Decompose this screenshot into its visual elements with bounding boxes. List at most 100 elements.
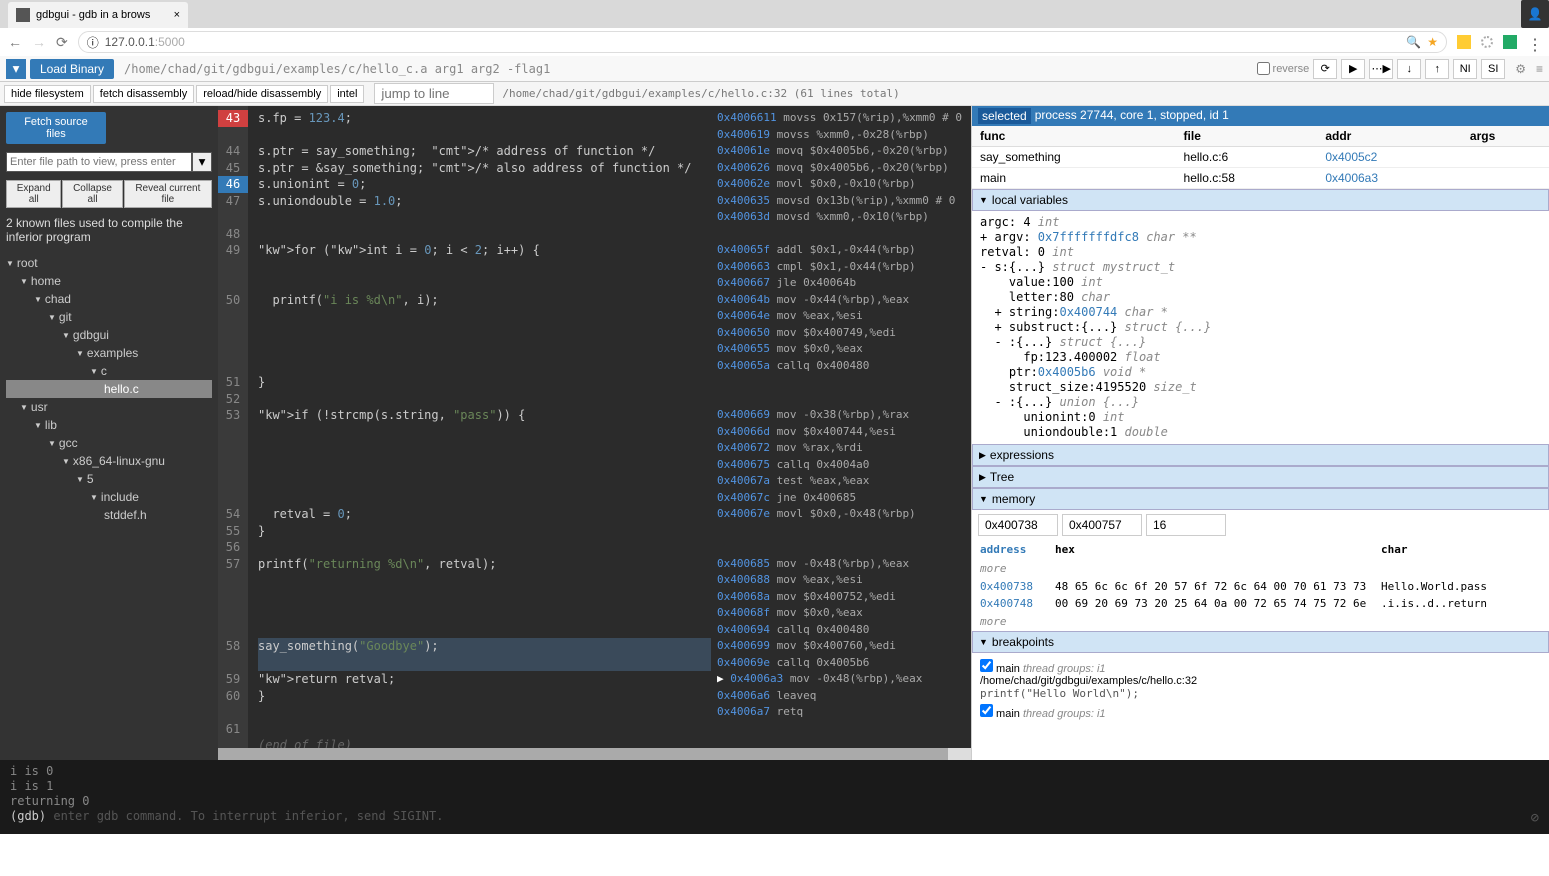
- reload-disassembly-button[interactable]: reload/hide disassembly: [196, 85, 328, 103]
- forward-button[interactable]: →: [32, 34, 46, 50]
- memory-input-2[interactable]: [1146, 514, 1226, 536]
- user-avatar-icon[interactable]: 👤: [1521, 0, 1549, 28]
- binary-dropdown[interactable]: ▾: [6, 59, 26, 79]
- console-line: i is 1: [10, 779, 1539, 794]
- jump-to-line-input[interactable]: [374, 83, 494, 104]
- step-into-button[interactable]: ↓: [1397, 59, 1421, 79]
- tree-folder[interactable]: ▼ root: [6, 254, 212, 272]
- ban-icon[interactable]: ⊘: [1531, 810, 1539, 826]
- local-var[interactable]: - s:{...} struct mystruct_t: [980, 260, 1541, 275]
- local-var[interactable]: retval: 0 int: [980, 245, 1541, 260]
- local-var[interactable]: struct_size:4195520 size_t: [980, 380, 1541, 395]
- stack-row[interactable]: say_somethinghello.c:60x4005c2: [972, 147, 1549, 168]
- tree-folder[interactable]: ▼ gdbgui: [6, 326, 212, 344]
- source-pane: s.fp = 123.4;s.ptr = say_something; "cmt…: [248, 106, 711, 748]
- reverse-checkbox[interactable]: reverse: [1257, 62, 1310, 75]
- tree-folder[interactable]: ▼ home: [6, 272, 212, 290]
- settings-gear-icon[interactable]: ⚙: [1515, 62, 1526, 76]
- local-var[interactable]: uniondouble:1 double: [980, 425, 1541, 440]
- expressions-header[interactable]: ▶expressions: [972, 444, 1549, 466]
- expand-all-button[interactable]: Expand all: [6, 180, 61, 208]
- tree-folder[interactable]: ▼ git: [6, 308, 212, 326]
- stack-col-file: file: [1176, 126, 1318, 147]
- ni-button[interactable]: NI: [1453, 59, 1477, 79]
- main-content: Fetch source files ▾ Expand all Collapse…: [0, 106, 1549, 760]
- local-var[interactable]: - :{...} union {...}: [980, 395, 1541, 410]
- ext-icon-2[interactable]: [1481, 36, 1493, 48]
- local-var[interactable]: + argv: 0x7fffffffdfc8 char **: [980, 230, 1541, 245]
- local-var[interactable]: + substruct:{...} struct {...}: [980, 320, 1541, 335]
- tree-folder[interactable]: ▼ c: [6, 362, 212, 380]
- bookmark-star-icon[interactable]: ★: [1427, 35, 1438, 49]
- step-out-button[interactable]: ↑: [1425, 59, 1449, 79]
- memory-input-0[interactable]: [978, 514, 1058, 536]
- memory-header[interactable]: ▼memory: [972, 488, 1549, 510]
- url-bar[interactable]: ⓘ 127.0.0.1:5000 🔍 ★: [78, 31, 1447, 53]
- local-var[interactable]: + string:0x400744 char *: [980, 305, 1541, 320]
- restart-button[interactable]: ⟳: [1313, 59, 1337, 79]
- file-path-input[interactable]: [6, 152, 192, 172]
- hide-filesystem-button[interactable]: hide filesystem: [4, 85, 91, 103]
- chevron-down-icon: ▼: [979, 637, 988, 647]
- local-var[interactable]: letter:80 char: [980, 290, 1541, 305]
- reveal-file-button[interactable]: Reveal current file: [124, 180, 212, 208]
- back-button[interactable]: ←: [8, 34, 22, 50]
- stack-row[interactable]: mainhello.c:580x4006a3: [972, 168, 1549, 189]
- step-over-button[interactable]: ⋯▶: [1369, 59, 1393, 79]
- local-var[interactable]: value:100 int: [980, 275, 1541, 290]
- code-editor[interactable]: 43444546474849505152535455565758596061 s…: [218, 106, 971, 748]
- fetch-disassembly-button[interactable]: fetch disassembly: [93, 85, 194, 103]
- continue-button[interactable]: ▶: [1341, 59, 1365, 79]
- load-binary-button[interactable]: Load Binary: [30, 59, 114, 79]
- console-line: i is 0: [10, 764, 1539, 779]
- memory-table: addresshexchar more 0x40073848 65 6c 6c …: [972, 540, 1549, 631]
- tree-file[interactable]: hello.c: [6, 380, 212, 398]
- fetch-source-button[interactable]: Fetch source files: [6, 112, 106, 144]
- tab-close-icon[interactable]: ×: [174, 9, 180, 21]
- file-info-label: /home/chad/git/gdbgui/examples/c/hello.c…: [502, 87, 899, 100]
- tree-header[interactable]: ▶Tree: [972, 466, 1549, 488]
- breakpoint-item[interactable]: main thread groups: i1/home/chad/git/gdb…: [980, 657, 1541, 702]
- horizontal-scrollbar[interactable]: [218, 748, 971, 760]
- local-var[interactable]: argc: 4 int: [980, 215, 1541, 230]
- tree-folder[interactable]: ▼ usr: [6, 398, 212, 416]
- tree-folder[interactable]: ▼ x86_64-linux-gnu: [6, 452, 212, 470]
- memory-row[interactable]: 0x40074800 69 20 69 73 20 25 64 0a 00 72…: [980, 595, 1541, 612]
- menu-icon[interactable]: ⋮: [1527, 35, 1541, 49]
- ext-icon-1[interactable]: [1457, 35, 1471, 49]
- tree-folder[interactable]: ▼ examples: [6, 344, 212, 362]
- search-icon[interactable]: 🔍: [1406, 35, 1421, 49]
- intel-button[interactable]: intel: [330, 85, 364, 103]
- collapse-all-button[interactable]: Collapse all: [62, 180, 122, 208]
- info-icon[interactable]: ⓘ: [87, 34, 99, 51]
- tree-folder[interactable]: ▼ gcc: [6, 434, 212, 452]
- line-gutter[interactable]: 43444546474849505152535455565758596061: [218, 106, 248, 748]
- memory-input-1[interactable]: [1062, 514, 1142, 536]
- browser-tab[interactable]: gdbgui - gdb in a brows ×: [8, 2, 188, 28]
- tree-folder[interactable]: ▼ chad: [6, 290, 212, 308]
- gdb-console[interactable]: i is 0i is 1returning 0 (gdb) enter gdb …: [0, 760, 1549, 834]
- locals-header[interactable]: ▼local variables: [972, 189, 1549, 211]
- reload-button[interactable]: ⟳: [56, 34, 68, 51]
- tree-folder[interactable]: ▼ include: [6, 488, 212, 506]
- disassembly-pane: 0x4006611 movss 0x157(%rip),%xmm0 # 00x4…: [711, 106, 971, 748]
- breakpoints-header[interactable]: ▼breakpoints: [972, 631, 1549, 653]
- local-var[interactable]: fp:123.400002 float: [980, 350, 1541, 365]
- memory-more-down[interactable]: more: [980, 612, 1541, 631]
- sub-toolbar: hide filesystem fetch disassembly reload…: [0, 82, 1549, 106]
- tree-file[interactable]: stddef.h: [6, 506, 212, 524]
- breakpoint-item[interactable]: main thread groups: i1: [980, 702, 1541, 722]
- file-path-dropdown[interactable]: ▾: [192, 152, 212, 172]
- ext-icon-3[interactable]: [1503, 35, 1517, 49]
- local-var[interactable]: unionint:0 int: [980, 410, 1541, 425]
- binary-path-input[interactable]: /home/chad/git/gdbgui/examples/c/hello_c…: [118, 62, 1252, 76]
- local-var[interactable]: - :{...} struct {...}: [980, 335, 1541, 350]
- local-var[interactable]: ptr:0x4005b6 void *: [980, 365, 1541, 380]
- memory-row[interactable]: 0x40073848 65 6c 6c 6f 20 57 6f 72 6c 64…: [980, 578, 1541, 595]
- menu-bars-icon[interactable]: ≡: [1536, 62, 1543, 76]
- memory-more-up[interactable]: more: [980, 559, 1541, 578]
- tree-folder[interactable]: ▼ 5: [6, 470, 212, 488]
- tree-folder[interactable]: ▼ lib: [6, 416, 212, 434]
- si-button[interactable]: SI: [1481, 59, 1505, 79]
- memory-address-inputs: [972, 510, 1549, 540]
